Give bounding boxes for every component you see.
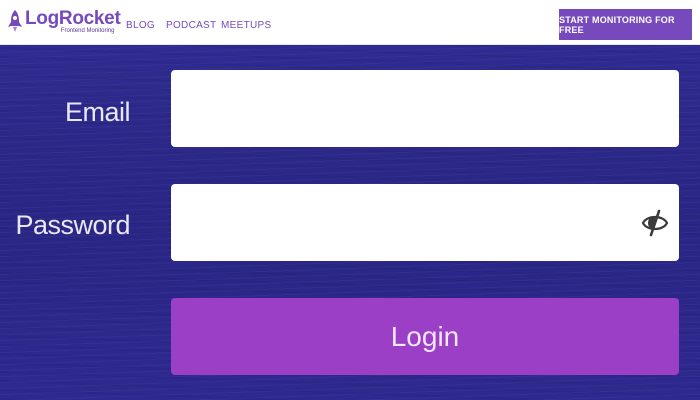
nav-meetups[interactable]: MEETUPS <box>221 20 271 32</box>
logrocket-logo[interactable]: LogRocket Frontend Monitoring <box>7 8 121 37</box>
login-form: Email Password Login <box>0 46 700 400</box>
site-header: LogRocket Frontend Monitoring BLOG PODCA… <box>0 0 700 45</box>
email-field[interactable] <box>171 70 679 147</box>
password-label: Password <box>15 210 130 240</box>
nav-blog[interactable]: BLOG <box>126 20 155 32</box>
login-button[interactable]: Login <box>171 298 679 375</box>
brand-name: LogRocket <box>25 8 121 29</box>
eye-slash-icon[interactable] <box>641 207 669 239</box>
rocket-icon <box>8 10 22 32</box>
password-field[interactable] <box>171 184 679 261</box>
brand-tagline: Frontend Monitoring <box>60 28 115 34</box>
start-monitoring-button[interactable]: START MONITORING FOR FREE <box>559 9 692 40</box>
email-label: Email <box>64 97 131 127</box>
nav-podcast[interactable]: PODCAST <box>166 20 216 32</box>
